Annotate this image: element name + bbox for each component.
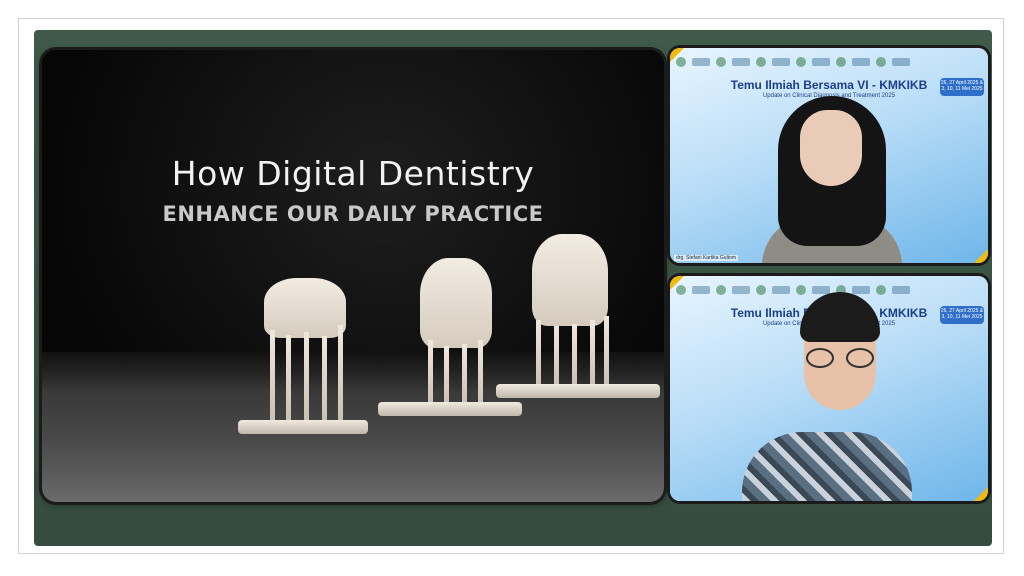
floor-reflection [0, 546, 1024, 576]
sponsor-logos [676, 55, 948, 69]
participant-video [762, 96, 902, 263]
shared-screen-tile[interactable]: How Digital Dentistry ENHANCE OUR DAILY … [42, 50, 664, 502]
participant-name-label: drg. Stefani Kartika Gultom [674, 255, 739, 261]
participant-video-tile-2[interactable]: Temu Ilmiah Bersama VI - KMKIKB Update o… [670, 276, 988, 501]
glasses [804, 348, 876, 368]
event-date-badge: 26, 27 April 2025 & 3, 10, 11 Mei 2025 [940, 306, 984, 324]
participant-video [742, 292, 912, 501]
event-date-badge: 26, 27 April 2025 & 3, 10, 11 Mei 2025 [940, 78, 984, 96]
event-title: Temu Ilmiah Bersama VI - KMKIKB [730, 78, 928, 92]
slide-title: How Digital Dentistry [171, 154, 535, 193]
slide-subtitle: ENHANCE OUR DAILY PRACTICE [162, 202, 544, 226]
participant-video-tile-1[interactable]: Temu Ilmiah Bersama VI - KMKIKB Update o… [670, 48, 988, 263]
